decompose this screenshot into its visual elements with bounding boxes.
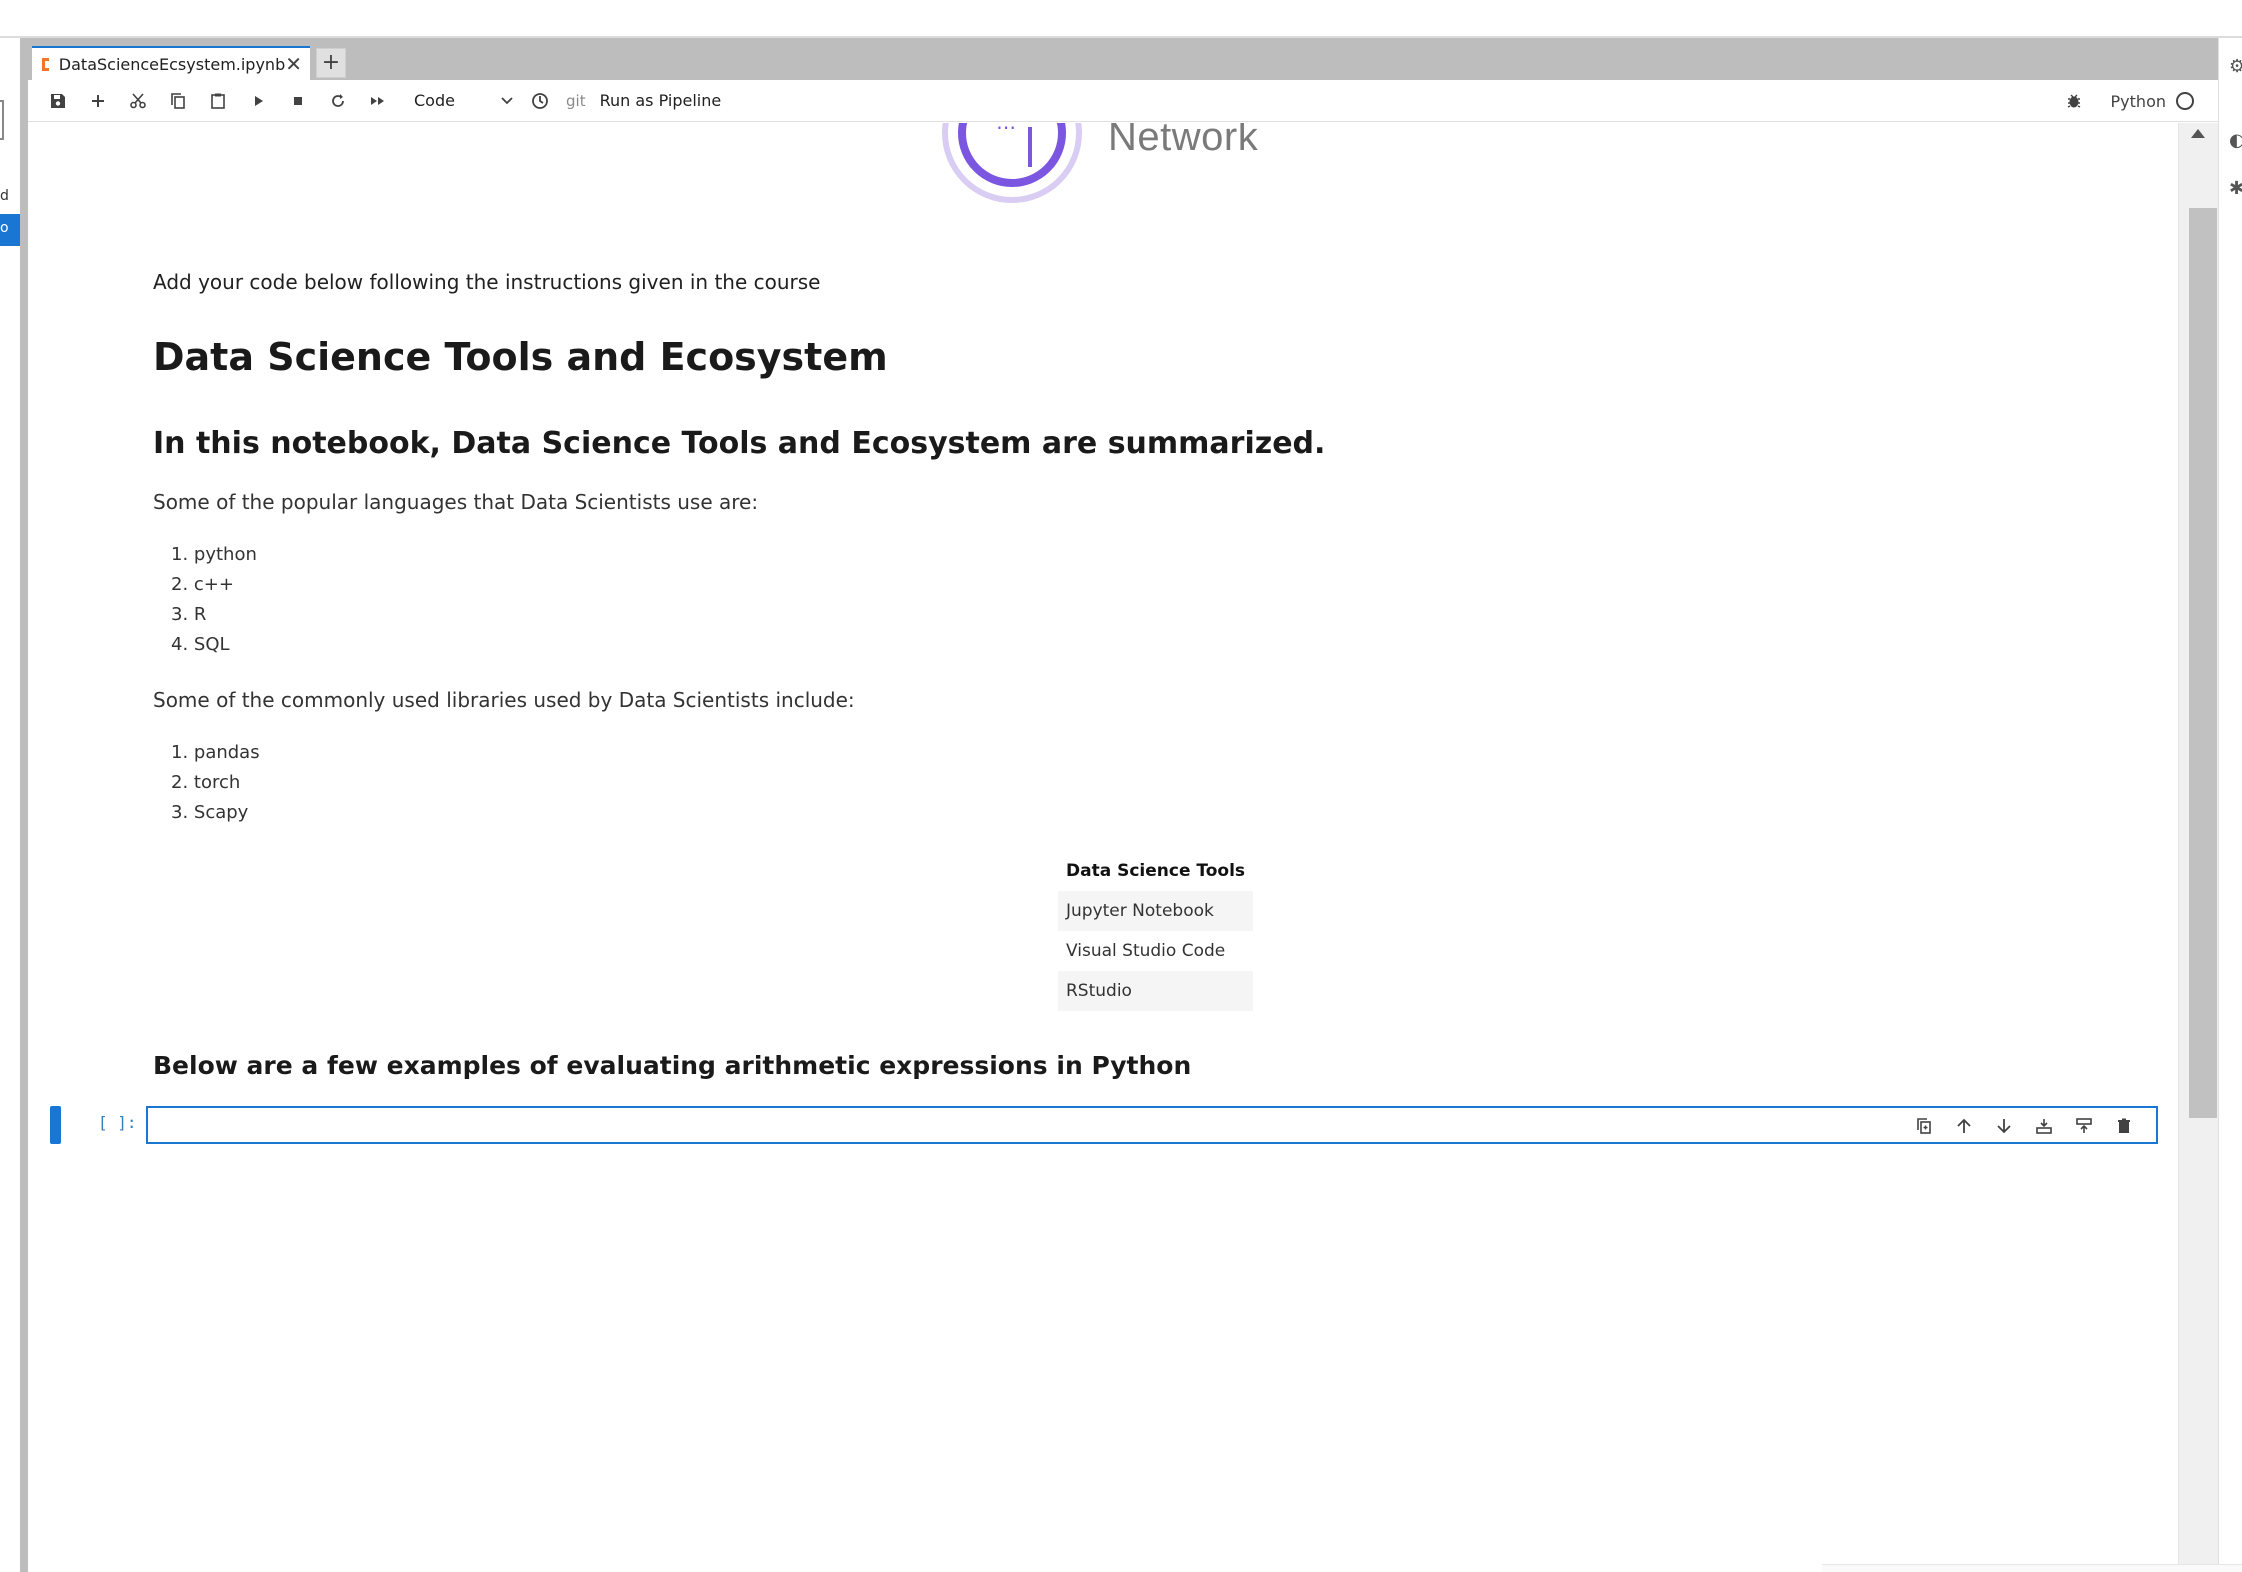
table-cell: RStudio [1058,971,1254,1011]
sidebar-selected-item[interactable]: o [0,214,20,246]
delete-cell-button[interactable] [2104,1114,2144,1138]
list-item: 1. pandas [171,742,260,763]
property-inspector-icon[interactable]: ⚙ [2229,56,2242,76]
notebook-title: Data Science Tools and Ecosystem [153,335,888,379]
examples-heading: Below are a few examples of evaluating a… [153,1051,1192,1080]
notebook-panel: DataScienceEcsystem.ipynb ✕ + Code git R… [28,38,2218,1572]
table-cell: Visual Studio Code [1066,941,1226,961]
sidebar-partial-box[interactable] [0,100,4,140]
add-icon [92,94,104,107]
duplicate-icon [1917,1118,1931,1134]
kernel-status[interactable]: Python [2065,80,2194,122]
close-icon[interactable]: ✕ [285,52,302,76]
palette-icon[interactable]: ◐ [2229,130,2242,150]
sidebar-partial-text: d [0,188,9,204]
list-item: 2. torch [171,772,241,793]
logo-dots: ⋯ [996,123,1020,139]
logo-stem [1028,127,1032,167]
interrupt-button[interactable] [278,85,318,117]
list-item: 3. Scapy [171,802,249,823]
logo-icon: ⋯ [942,123,1082,203]
libraries-intro: Some of the commonly used libraries used… [153,688,855,712]
clock-icon [532,92,548,109]
history-button[interactable] [520,85,560,117]
bottom-right-panel-edge [1822,1564,2242,1572]
tab-notebook[interactable]: DataScienceEcsystem.ipynb ✕ [32,46,310,80]
cell-type-value: Code [414,91,455,110]
table-row: RStudio [1058,971,1254,1011]
trash-icon [2118,1118,2130,1133]
move-up-button[interactable] [1944,1114,1984,1138]
tools-table: Data Science Tools Jupyter Notebook Visu… [1058,851,1254,1011]
instructions-text: Add your code below following the instru… [153,270,821,294]
cut-button[interactable] [118,85,158,117]
logo-text: Network [1108,123,1259,159]
notebook-content[interactable]: ⋯ Network Add your code below following … [28,123,2178,1572]
cell-toolbar [1904,1114,2144,1138]
arrow-down-icon [1997,1119,2011,1134]
code-cell-editor[interactable] [146,1106,2158,1144]
play-icon [255,95,263,106]
debugger-icon[interactable]: ✱ [2229,178,2242,198]
chevron-down-icon [501,96,513,104]
list-item: 1. python [171,544,257,565]
fast-forward-icon [371,96,384,105]
kernel-name: Python [2110,91,2166,111]
notebook-toolbar: Code git Run as Pipeline Python [28,80,2218,122]
table-header-row: Data Science Tools [1058,851,1253,891]
notebook-icon [42,57,51,71]
insert-cell-button[interactable] [78,85,118,117]
scroll-up-icon[interactable] [2191,129,2205,138]
table-header: Data Science Tools [1066,861,1246,881]
logo-ring: ⋯ [958,123,1066,187]
insert-below-icon [2076,1118,2092,1133]
save-icon [51,93,65,108]
list-item: 2. c++ [171,574,234,595]
paste-icon [211,93,225,109]
vertical-scrollbar[interactable] [2178,123,2218,1572]
save-button[interactable] [38,85,78,117]
languages-intro: Some of the popular languages that Data … [153,490,759,514]
left-sidebar: d o [0,38,30,1572]
insert-above-button[interactable] [2024,1114,2064,1138]
move-down-button[interactable] [1984,1114,2024,1138]
copy-button[interactable] [158,85,198,117]
paste-button[interactable] [198,85,238,117]
kernel-idle-icon [2176,92,2194,110]
cell-type-select[interactable]: Code [408,86,520,116]
languages-list: 1. python 2. c++ 3. R 4. SQL [153,540,257,660]
scrollbar-thumb[interactable] [2189,208,2217,1118]
scissors-icon [130,92,146,108]
table-row: Jupyter Notebook [1058,891,1254,931]
arrow-up-icon [1957,1118,1971,1133]
browser-top-bar [0,0,2242,38]
cell-prompt: [ ]: [98,1113,137,1132]
git-label[interactable]: git [566,92,586,110]
restart-button[interactable] [318,85,358,117]
run-as-pipeline-button[interactable]: Run as Pipeline [600,91,722,110]
list-item: 3. R [171,604,207,625]
insert-below-button[interactable] [2064,1114,2104,1138]
sidebar-divider[interactable] [20,38,28,1572]
run-button[interactable] [238,85,278,117]
list-item: 4. SQL [171,634,230,655]
tab-label: DataScienceEcsystem.ipynb [58,54,286,74]
tab-bar: DataScienceEcsystem.ipynb ✕ + [28,38,2218,80]
bug-icon[interactable] [2065,92,2083,110]
active-cell-indicator[interactable] [50,1106,61,1144]
libraries-list: 1. pandas 2. torch 3. Scapy [153,738,260,828]
new-tab-button[interactable]: + [316,48,346,78]
table-row: Visual Studio Code [1058,931,1253,971]
stop-icon [294,96,302,105]
sidebar-selected-label: o [0,220,9,236]
table-cell: Jupyter Notebook [1058,891,1254,931]
refresh-icon [332,93,344,107]
run-all-button[interactable] [358,85,398,117]
insert-above-icon [2036,1119,2052,1134]
right-sidebar: ⚙ ◐ ✱ [2218,38,2242,1572]
duplicate-cell-button[interactable] [1904,1114,1944,1138]
notebook-subtitle: In this notebook, Data Science Tools and… [153,426,1326,461]
copy-icon [171,92,185,109]
